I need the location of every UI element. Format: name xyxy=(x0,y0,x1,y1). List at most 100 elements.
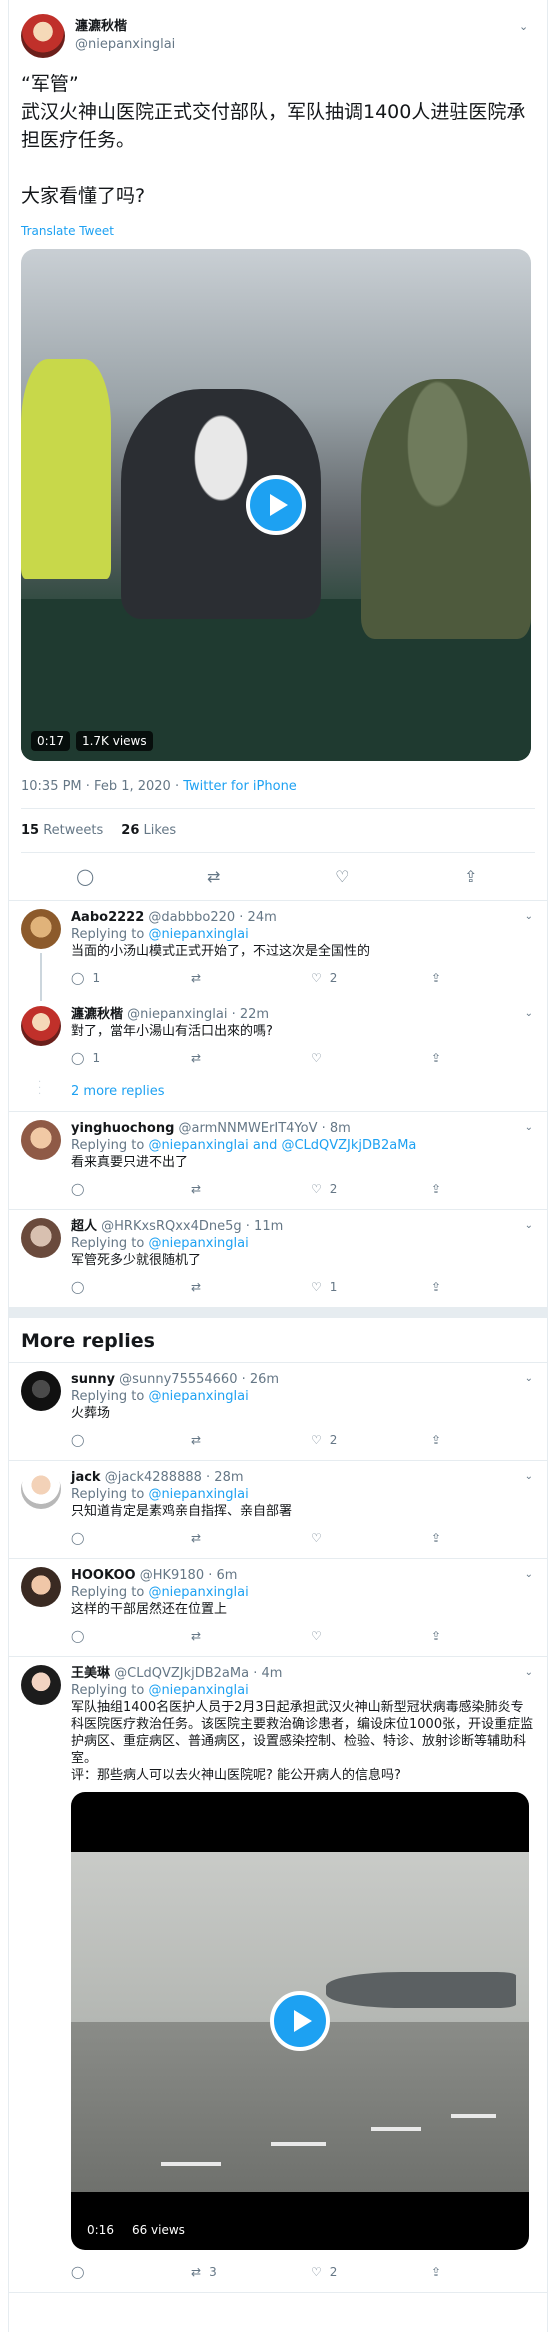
avatar[interactable] xyxy=(21,14,65,58)
display-name[interactable]: yinghuochong xyxy=(71,1121,174,1136)
avatar[interactable] xyxy=(21,1120,61,1160)
username[interactable]: @dabbbo220 xyxy=(148,910,235,925)
username[interactable]: @HK9180 xyxy=(140,1568,204,1583)
share-button[interactable]: ⇪ xyxy=(431,2265,461,2279)
likes-count[interactable]: 26 xyxy=(121,823,139,838)
username[interactable]: @niepanxinglai xyxy=(127,1007,227,1022)
reply-icon[interactable]: ◯ xyxy=(65,867,105,886)
avatar[interactable] xyxy=(21,1469,61,1509)
retweet-button[interactable]: ⇄ xyxy=(191,1051,311,1065)
chevron-down-icon[interactable]: ⌄ xyxy=(525,1122,533,1133)
display-name[interactable]: 瀍瀌秋楷 xyxy=(71,1007,123,1022)
share-button[interactable]: ⇪ xyxy=(431,1280,461,1294)
reply-button[interactable]: ◯ xyxy=(71,1182,191,1196)
reply-time[interactable]: · 6m xyxy=(208,1568,237,1583)
reply-time[interactable]: · 28m xyxy=(206,1470,243,1485)
reply-time[interactable]: · 24m xyxy=(239,910,276,925)
reply-time[interactable]: · 11m xyxy=(246,1219,283,1234)
reply-button[interactable]: ◯ 1 xyxy=(71,971,191,985)
share-button[interactable]: ⇪ xyxy=(431,1629,461,1643)
play-icon[interactable] xyxy=(246,475,306,535)
username[interactable]: @jack4288888 xyxy=(105,1470,202,1485)
reply-item[interactable]: ⌄ 王美琳 @CLdQVZJkjDB2aMa · 4m Replying to … xyxy=(9,1657,547,2293)
share-button[interactable]: ⇪ xyxy=(431,1051,461,1065)
display-name[interactable]: Aabo2222 xyxy=(71,910,144,925)
chevron-down-icon[interactable]: ⌄ xyxy=(525,1220,533,1231)
username[interactable]: @sunny75554660 xyxy=(119,1372,237,1387)
show-more-replies-link[interactable]: · · · 2 more replies xyxy=(9,1078,547,1112)
chevron-down-icon[interactable]: ⌄ xyxy=(525,911,533,922)
mention-link[interactable]: @niepanxinglai xyxy=(148,1585,248,1600)
display-name[interactable]: sunny xyxy=(71,1372,115,1387)
share-button[interactable]: ⇪ xyxy=(431,1182,461,1196)
chevron-down-icon[interactable]: ⌄ xyxy=(525,1667,533,1678)
username[interactable]: @HRKxsRQxx4Dne5g xyxy=(101,1219,242,1234)
reply-item[interactable]: ⌄ jack @jack4288888 · 28m Replying to @n… xyxy=(9,1461,547,1559)
chevron-down-icon[interactable]: ⌄ xyxy=(525,1471,533,1482)
retweet-button[interactable]: ⇄ xyxy=(191,971,311,985)
share-icon[interactable]: ⇪ xyxy=(451,867,491,886)
reply-time[interactable]: · 26m xyxy=(242,1372,279,1387)
avatar[interactable] xyxy=(21,1006,61,1046)
display-name[interactable]: 瀍瀌秋楷 xyxy=(75,18,175,36)
chevron-down-icon[interactable]: ⌄ xyxy=(525,1569,533,1580)
mention-link[interactable]: @niepanxinglai xyxy=(148,1389,248,1404)
retweet-button[interactable]: ⇄ xyxy=(191,1182,311,1196)
play-icon[interactable] xyxy=(270,1991,330,2051)
reply-item[interactable]: ⌄ yinghuochong @armNNMWErIT4YoV · 8m Rep… xyxy=(9,1112,547,1210)
share-button[interactable]: ⇪ xyxy=(431,1433,461,1447)
like-button[interactable]: ♡ 2 xyxy=(311,1433,431,1447)
share-button[interactable]: ⇪ xyxy=(431,971,461,985)
share-button[interactable]: ⇪ xyxy=(431,1531,461,1545)
retweet-button[interactable]: ⇄ xyxy=(191,1280,311,1294)
retweets-label[interactable]: Retweets xyxy=(43,823,103,838)
likes-label[interactable]: Likes xyxy=(144,823,177,838)
like-button[interactable]: ♡ xyxy=(311,1531,431,1545)
retweet-button[interactable]: ⇄ xyxy=(191,1531,311,1545)
mention-link[interactable]: @niepanxinglai xyxy=(148,1236,248,1251)
like-button[interactable]: ♡ 1 xyxy=(311,1280,431,1294)
chevron-down-icon[interactable]: ⌄ xyxy=(525,1008,533,1019)
chevron-down-icon[interactable]: ⌄ xyxy=(519,20,529,33)
translate-tweet-link[interactable]: Translate Tweet xyxy=(21,224,114,238)
display-name[interactable]: 王美琳 xyxy=(71,1666,110,1681)
display-name[interactable]: 超人 xyxy=(71,1219,97,1234)
retweet-icon[interactable]: ⇄ xyxy=(194,867,234,886)
reply-time[interactable]: · 4m xyxy=(253,1666,282,1681)
retweet-button[interactable]: ⇄ xyxy=(191,1433,311,1447)
reply-button[interactable]: ◯ xyxy=(71,1280,191,1294)
avatar[interactable] xyxy=(21,1371,61,1411)
reply-time[interactable]: · 22m xyxy=(232,1007,269,1022)
reply-button[interactable]: ◯ 1 xyxy=(71,1051,191,1065)
reply-item[interactable]: ⌄ sunny @sunny75554660 · 26m Replying to… xyxy=(9,1363,547,1461)
chevron-down-icon[interactable]: ⌄ xyxy=(525,1373,533,1384)
reply-time[interactable]: · 8m xyxy=(322,1121,351,1136)
retweets-count[interactable]: 15 xyxy=(21,823,39,838)
display-name[interactable]: HOOKOO xyxy=(71,1568,136,1583)
like-button[interactable]: ♡ 2 xyxy=(311,2265,431,2279)
mention-link[interactable]: @niepanxinglai and @CLdQVZJkjDB2aMa xyxy=(148,1138,416,1153)
source-link[interactable]: Twitter for iPhone xyxy=(183,779,297,794)
reply-button[interactable]: ◯ xyxy=(71,1433,191,1447)
retweet-button[interactable]: ⇄ 3 xyxy=(191,2265,311,2279)
reply-item[interactable]: ⌄ Aabo2222 @dabbbo220 · 24m Replying to … xyxy=(9,901,547,1001)
username[interactable]: @niepanxinglai xyxy=(75,36,175,54)
like-button[interactable]: ♡ 2 xyxy=(311,1182,431,1196)
display-name[interactable]: jack xyxy=(71,1470,101,1485)
mention-link[interactable]: @niepanxinglai xyxy=(148,1487,248,1502)
avatar[interactable] xyxy=(21,1218,61,1258)
avatar[interactable] xyxy=(21,909,61,949)
reply-video[interactable]: 0:16 66 views xyxy=(71,1792,529,2250)
reply-item[interactable]: ⌄ 超人 @HRKxsRQxx4Dne5g · 11m Replying to … xyxy=(9,1210,547,1308)
reply-item[interactable]: ⌄ 瀍瀌秋楷 @niepanxinglai · 22m 對了，當年小湯山有活口出… xyxy=(9,998,547,1078)
like-button[interactable]: ♡ xyxy=(311,1629,431,1643)
reply-button[interactable]: ◯ xyxy=(71,1531,191,1545)
like-button[interactable]: ♡ 2 xyxy=(311,971,431,985)
more-replies-label[interactable]: 2 more replies xyxy=(71,1084,165,1099)
like-button[interactable]: ♡ xyxy=(311,1051,431,1065)
retweet-button[interactable]: ⇄ xyxy=(191,1629,311,1643)
avatar[interactable] xyxy=(21,1567,61,1607)
heart-icon[interactable]: ♡ xyxy=(322,867,362,886)
reply-button[interactable]: ◯ xyxy=(71,2265,191,2279)
tweet-video[interactable]: 0:17 1.7K views xyxy=(21,249,531,761)
